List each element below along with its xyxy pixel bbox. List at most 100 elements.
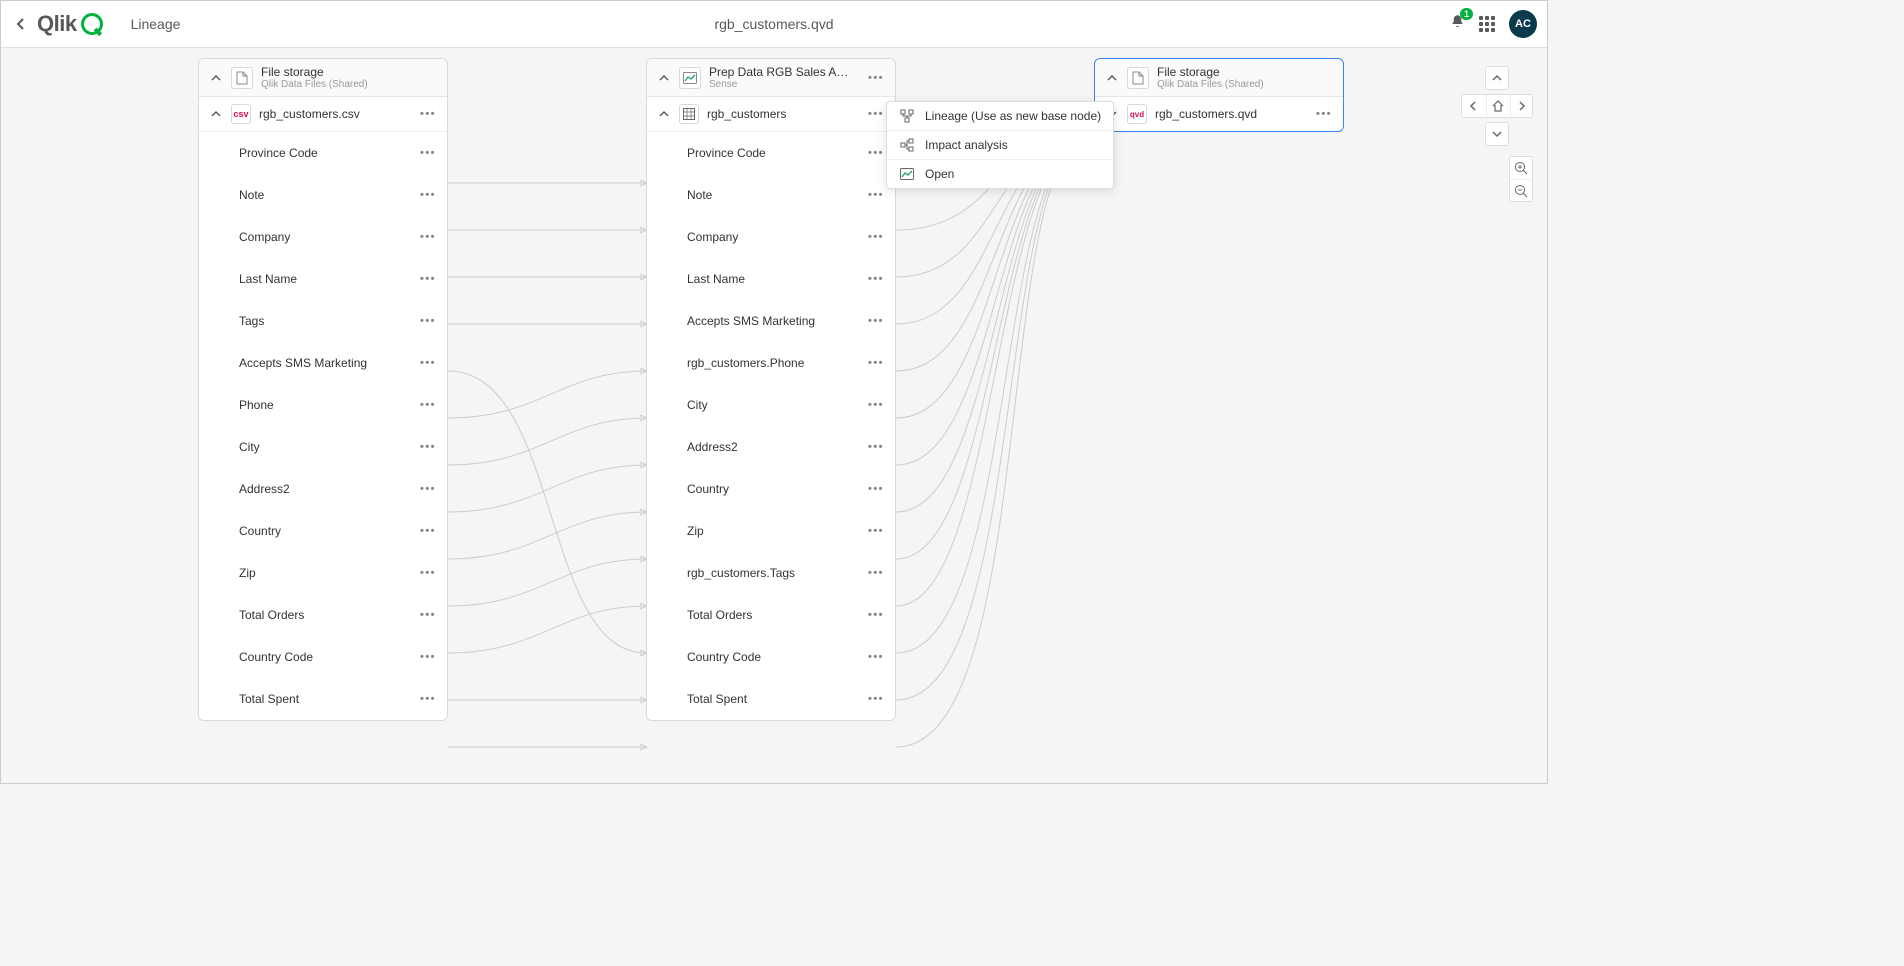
field-label: Note bbox=[687, 188, 865, 202]
field-row[interactable]: City••• bbox=[199, 426, 447, 468]
collapse-toggle[interactable] bbox=[207, 105, 225, 123]
more-button[interactable]: ••• bbox=[865, 394, 887, 416]
more-button[interactable]: ••• bbox=[417, 520, 439, 542]
more-button[interactable]: ••• bbox=[417, 436, 439, 458]
back-button[interactable] bbox=[11, 14, 31, 34]
menu-item-label: Open bbox=[925, 167, 954, 181]
nav-right-button[interactable] bbox=[1510, 95, 1532, 117]
more-button[interactable]: ••• bbox=[865, 226, 887, 248]
more-button[interactable]: ••• bbox=[865, 688, 887, 710]
node-file-storage-target[interactable]: File storage Qlik Data Files (Shared) qv… bbox=[1094, 58, 1344, 132]
more-button[interactable]: ••• bbox=[417, 268, 439, 290]
menu-item-impact[interactable]: Impact analysis bbox=[887, 130, 1113, 159]
more-button[interactable]: ••• bbox=[417, 310, 439, 332]
dataset-label: rgb_customers.qvd bbox=[1155, 107, 1313, 121]
collapse-toggle[interactable] bbox=[655, 69, 673, 87]
field-row[interactable]: Province Code••• bbox=[199, 132, 447, 174]
field-row[interactable]: Province Code••• bbox=[647, 132, 895, 174]
more-button[interactable]: ••• bbox=[865, 67, 887, 89]
more-button[interactable]: ••• bbox=[865, 184, 887, 206]
more-button[interactable]: ••• bbox=[417, 646, 439, 668]
more-button[interactable]: ••• bbox=[865, 142, 887, 164]
more-button[interactable]: ••• bbox=[865, 310, 887, 332]
nav-down-button[interactable] bbox=[1486, 123, 1508, 145]
field-row[interactable]: Note••• bbox=[647, 174, 895, 216]
field-row[interactable]: Company••• bbox=[647, 216, 895, 258]
field-row[interactable]: City••• bbox=[647, 384, 895, 426]
field-row[interactable]: Zip••• bbox=[647, 510, 895, 552]
field-row[interactable]: Total Spent••• bbox=[647, 678, 895, 720]
field-label: Last Name bbox=[687, 272, 865, 286]
field-row[interactable]: Country••• bbox=[647, 468, 895, 510]
more-button[interactable]: ••• bbox=[865, 562, 887, 584]
node-header: File storage Qlik Data Files (Shared) bbox=[199, 59, 447, 97]
more-button[interactable]: ••• bbox=[865, 478, 887, 500]
node-file-storage-source[interactable]: File storage Qlik Data Files (Shared) cs… bbox=[198, 58, 448, 721]
more-button[interactable]: ••• bbox=[865, 646, 887, 668]
app-launcher-button[interactable] bbox=[1479, 16, 1495, 32]
field-row[interactable]: Total Spent••• bbox=[199, 678, 447, 720]
collapse-toggle[interactable] bbox=[207, 69, 225, 87]
field-row[interactable]: Company••• bbox=[199, 216, 447, 258]
more-button[interactable]: ••• bbox=[865, 103, 887, 125]
zoom-controls bbox=[1509, 156, 1533, 202]
collapse-toggle[interactable] bbox=[655, 105, 673, 123]
field-row[interactable]: Tags••• bbox=[199, 300, 447, 342]
more-button[interactable]: ••• bbox=[865, 436, 887, 458]
field-row[interactable]: Total Orders••• bbox=[199, 594, 447, 636]
more-button[interactable]: ••• bbox=[417, 688, 439, 710]
field-row[interactable]: Address2••• bbox=[647, 426, 895, 468]
dataset-row[interactable]: qvd rgb_customers.qvd ••• bbox=[1095, 97, 1343, 131]
more-button[interactable]: ••• bbox=[417, 142, 439, 164]
menu-item-open[interactable]: Open bbox=[887, 159, 1113, 188]
more-button[interactable]: ••• bbox=[417, 184, 439, 206]
field-label: Province Code bbox=[239, 146, 417, 160]
menu-item-label: Lineage (Use as new base node) bbox=[925, 109, 1101, 123]
more-button[interactable]: ••• bbox=[865, 604, 887, 626]
field-row[interactable]: Last Name••• bbox=[647, 258, 895, 300]
field-row[interactable]: Country Code••• bbox=[647, 636, 895, 678]
more-button[interactable]: ••• bbox=[1313, 103, 1335, 125]
field-row[interactable]: Total Orders••• bbox=[647, 594, 895, 636]
field-row[interactable]: Note••• bbox=[199, 174, 447, 216]
zoom-out-button[interactable] bbox=[1510, 179, 1532, 201]
collapse-toggle[interactable] bbox=[1103, 69, 1121, 87]
field-row[interactable]: Accepts SMS Marketing••• bbox=[647, 300, 895, 342]
nav-up-button[interactable] bbox=[1486, 67, 1508, 89]
zoom-in-button[interactable] bbox=[1510, 157, 1532, 179]
open-icon bbox=[899, 168, 915, 180]
node-prep-data-app[interactable]: Prep Data RGB Sales A… Sense ••• rgb_cus… bbox=[646, 58, 896, 721]
field-row[interactable]: Address2••• bbox=[199, 468, 447, 510]
field-row[interactable]: rgb_customers.Tags••• bbox=[647, 552, 895, 594]
nav-home-button[interactable] bbox=[1486, 95, 1508, 117]
more-button[interactable]: ••• bbox=[417, 394, 439, 416]
dataset-row[interactable]: csv rgb_customers.csv ••• bbox=[199, 97, 447, 132]
field-row[interactable]: Phone••• bbox=[199, 384, 447, 426]
more-button[interactable]: ••• bbox=[417, 478, 439, 500]
field-row[interactable]: Country Code••• bbox=[199, 636, 447, 678]
nav-left-button[interactable] bbox=[1462, 95, 1484, 117]
qvd-icon: qvd bbox=[1127, 104, 1147, 124]
field-row[interactable]: Country••• bbox=[199, 510, 447, 552]
more-button[interactable]: ••• bbox=[865, 352, 887, 374]
field-label: Zip bbox=[687, 524, 865, 538]
field-row[interactable]: Zip••• bbox=[199, 552, 447, 594]
field-row[interactable]: rgb_customers.Phone••• bbox=[647, 342, 895, 384]
field-row[interactable]: Last Name••• bbox=[199, 258, 447, 300]
dataset-label: rgb_customers.csv bbox=[259, 107, 417, 121]
notifications-button[interactable]: 1 bbox=[1450, 14, 1465, 34]
more-button[interactable]: ••• bbox=[417, 226, 439, 248]
more-button[interactable]: ••• bbox=[417, 103, 439, 125]
more-button[interactable]: ••• bbox=[865, 268, 887, 290]
more-button[interactable]: ••• bbox=[417, 604, 439, 626]
avatar[interactable]: AC bbox=[1509, 10, 1537, 38]
file-icon bbox=[1127, 67, 1149, 89]
more-button[interactable]: ••• bbox=[417, 562, 439, 584]
more-button[interactable]: ••• bbox=[417, 352, 439, 374]
lineage-canvas[interactable]: File storage Qlik Data Files (Shared) cs… bbox=[1, 48, 1547, 783]
context-menu: Lineage (Use as new base node) Impact an… bbox=[886, 101, 1114, 189]
field-row[interactable]: Accepts SMS Marketing••• bbox=[199, 342, 447, 384]
more-button[interactable]: ••• bbox=[865, 520, 887, 542]
menu-item-lineage[interactable]: Lineage (Use as new base node) bbox=[887, 102, 1113, 130]
dataset-row[interactable]: rgb_customers ••• bbox=[647, 97, 895, 132]
